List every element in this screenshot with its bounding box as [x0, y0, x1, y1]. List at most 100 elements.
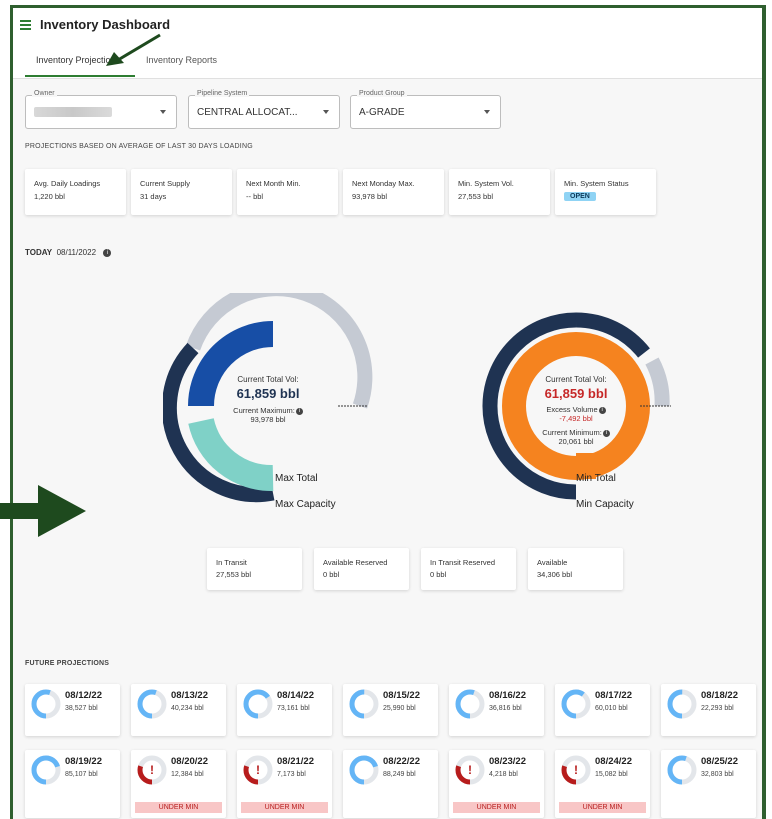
svg-text:!: ! — [574, 763, 578, 777]
chevron-down-icon — [160, 110, 166, 114]
pipeline-system-label: Pipeline System — [195, 90, 250, 97]
product-group-value: A-GRADE — [359, 107, 405, 118]
stat-value: 0 bbl — [430, 570, 447, 579]
under-min-gauge-icon: ! — [137, 755, 167, 785]
svg-text:!: ! — [256, 763, 260, 777]
today-date: 08/11/2022 — [56, 248, 97, 257]
stat-title: Available — [537, 558, 568, 567]
svg-text:!: ! — [468, 763, 472, 777]
metric-card-avg-daily-loadings: Avg. Daily Loadings 1,220 bbl — [25, 169, 126, 215]
under-min-gauge-icon: ! — [561, 755, 591, 785]
current-maximum-label: Current Maximum: — [233, 406, 295, 415]
projection-card: ! 08/20/22 12,384 bbl UNDER MIN — [131, 750, 226, 818]
active-tab-indicator — [25, 75, 135, 77]
projection-card: 08/14/22 73,161 bbl — [237, 684, 332, 736]
mini-gauge-icon — [137, 689, 167, 719]
chevron-down-icon — [323, 110, 329, 114]
current-minimum-label: Current Minimum: — [542, 428, 602, 437]
info-icon[interactable]: i — [295, 407, 303, 415]
metric-title: Next Month Min. — [246, 179, 301, 188]
projection-card: 08/13/22 40,234 bbl — [131, 684, 226, 736]
projection-volume: 32,803 bbl — [701, 771, 734, 778]
metric-card-current-supply: Current Supply 31 days — [131, 169, 232, 215]
excess-volume-label: Excess Volume — [546, 405, 598, 414]
pipeline-system-select[interactable]: Pipeline System CENTRAL ALLOCAT... — [188, 90, 340, 129]
product-group-select[interactable]: Product Group A-GRADE — [350, 90, 501, 129]
current-total-label: Current Total Vol: — [237, 375, 299, 384]
projection-date: 08/13/22 — [171, 690, 208, 701]
projection-card: ! 08/23/22 4,218 bbl UNDER MIN — [449, 750, 544, 818]
pipeline-system-value: CENTRAL ALLOCAT... — [197, 107, 298, 118]
mini-gauge-icon — [349, 689, 379, 719]
projection-date: 08/14/22 — [277, 690, 314, 701]
under-min-badge: UNDER MIN — [559, 802, 646, 813]
annotation-arrow-large-icon — [0, 485, 86, 537]
info-icon[interactable]: i — [598, 406, 606, 414]
excess-volume-value: -7,492 bbl — [559, 414, 593, 423]
stat-card-available: Available 34,306 bbl — [528, 548, 623, 590]
today-header: TODAY 08/11/2022 i — [25, 248, 112, 257]
metric-title: Min. System Status — [564, 179, 629, 188]
projection-card: 08/17/22 60,010 bbl — [555, 684, 650, 736]
projection-card: 08/12/22 38,527 bbl — [25, 684, 120, 736]
projection-volume: 85,107 bbl — [65, 771, 98, 778]
metric-card-min-system-vol: Min. System Vol. 27,553 bbl — [449, 169, 550, 215]
chevron-down-icon — [484, 110, 490, 114]
projection-volume: 88,249 bbl — [383, 771, 416, 778]
mini-gauge-icon — [667, 755, 697, 785]
under-min-gauge-icon: ! — [455, 755, 485, 785]
projections-heading: PROJECTIONS BASED ON AVERAGE OF LAST 30 … — [25, 143, 253, 150]
under-min-badge: UNDER MIN — [241, 802, 328, 813]
stat-card-available-reserved: Available Reserved 0 bbl — [314, 548, 409, 590]
projection-date: 08/21/22 — [277, 756, 314, 767]
projection-card: 08/15/22 25,990 bbl — [343, 684, 438, 736]
min-gauge-center: Current Total Vol: 61,859 bbl Excess Vol… — [521, 375, 631, 446]
projection-card: ! 08/21/22 7,173 bbl UNDER MIN — [237, 750, 332, 818]
projection-card: ! 08/24/22 15,082 bbl UNDER MIN — [555, 750, 650, 818]
info-icon[interactable]: i — [602, 429, 610, 437]
mini-gauge-icon — [561, 689, 591, 719]
current-minimum-value: 20,061 bbl — [558, 437, 594, 446]
projection-date: 08/19/22 — [65, 756, 102, 767]
metric-value: 93,978 bbl — [352, 192, 388, 201]
mini-gauge-icon — [31, 755, 61, 785]
metric-value: 1,220 bbl — [34, 192, 65, 201]
mini-gauge-icon — [31, 689, 61, 719]
projection-volume: 73,161 bbl — [277, 705, 310, 712]
projection-date: 08/20/22 — [171, 756, 208, 767]
under-min-badge: UNDER MIN — [135, 802, 222, 813]
projection-volume: 4,218 bbl — [489, 771, 518, 778]
stat-value: 34,306 bbl — [537, 570, 573, 579]
min-capacity-remaining-arc — [645, 357, 670, 407]
projection-card: 08/22/22 88,249 bbl — [343, 750, 438, 818]
current-total-label: Current Total Vol: — [545, 375, 607, 384]
annotation-arrow-icon — [106, 33, 161, 66]
stat-card-in-transit: In Transit 27,553 bbl — [207, 548, 302, 590]
metric-value: 27,553 bbl — [458, 192, 494, 201]
metric-title: Next Monday Max. — [352, 179, 415, 188]
projection-date: 08/16/22 — [489, 690, 526, 701]
product-group-label: Product Group — [357, 90, 407, 97]
projection-date: 08/24/22 — [595, 756, 632, 767]
projection-volume: 12,384 bbl — [171, 771, 204, 778]
stat-value: 0 bbl — [323, 570, 340, 579]
stat-value: 27,553 bbl — [216, 570, 252, 579]
mini-gauge-icon — [243, 689, 273, 719]
info-icon[interactable]: i — [103, 248, 112, 257]
projection-volume: 22,293 bbl — [701, 705, 734, 712]
metric-card-min-system-status: Min. System Status OPEN — [555, 169, 656, 215]
owner-value-redacted — [34, 107, 112, 117]
today-label: TODAY — [25, 248, 53, 257]
projection-date: 08/18/22 — [701, 690, 738, 701]
owner-select[interactable]: Owner — [25, 90, 177, 129]
metric-card-next-monday-max: Next Monday Max. 93,978 bbl — [343, 169, 444, 215]
max-total-arc — [188, 417, 274, 491]
current-total-value: 61,859 bbl — [544, 386, 608, 401]
projection-date: 08/17/22 — [595, 690, 632, 701]
max-gauge-center: Current Total Vol: 61,859 bbl Current Ma… — [213, 375, 323, 424]
max-capacity-label: Max Capacity — [275, 499, 336, 510]
projection-card: 08/18/22 22,293 bbl — [661, 684, 756, 736]
min-total-label: Min Total — [576, 473, 616, 484]
hamburger-menu-icon[interactable] — [20, 20, 31, 30]
projection-volume: 60,010 bbl — [595, 705, 628, 712]
